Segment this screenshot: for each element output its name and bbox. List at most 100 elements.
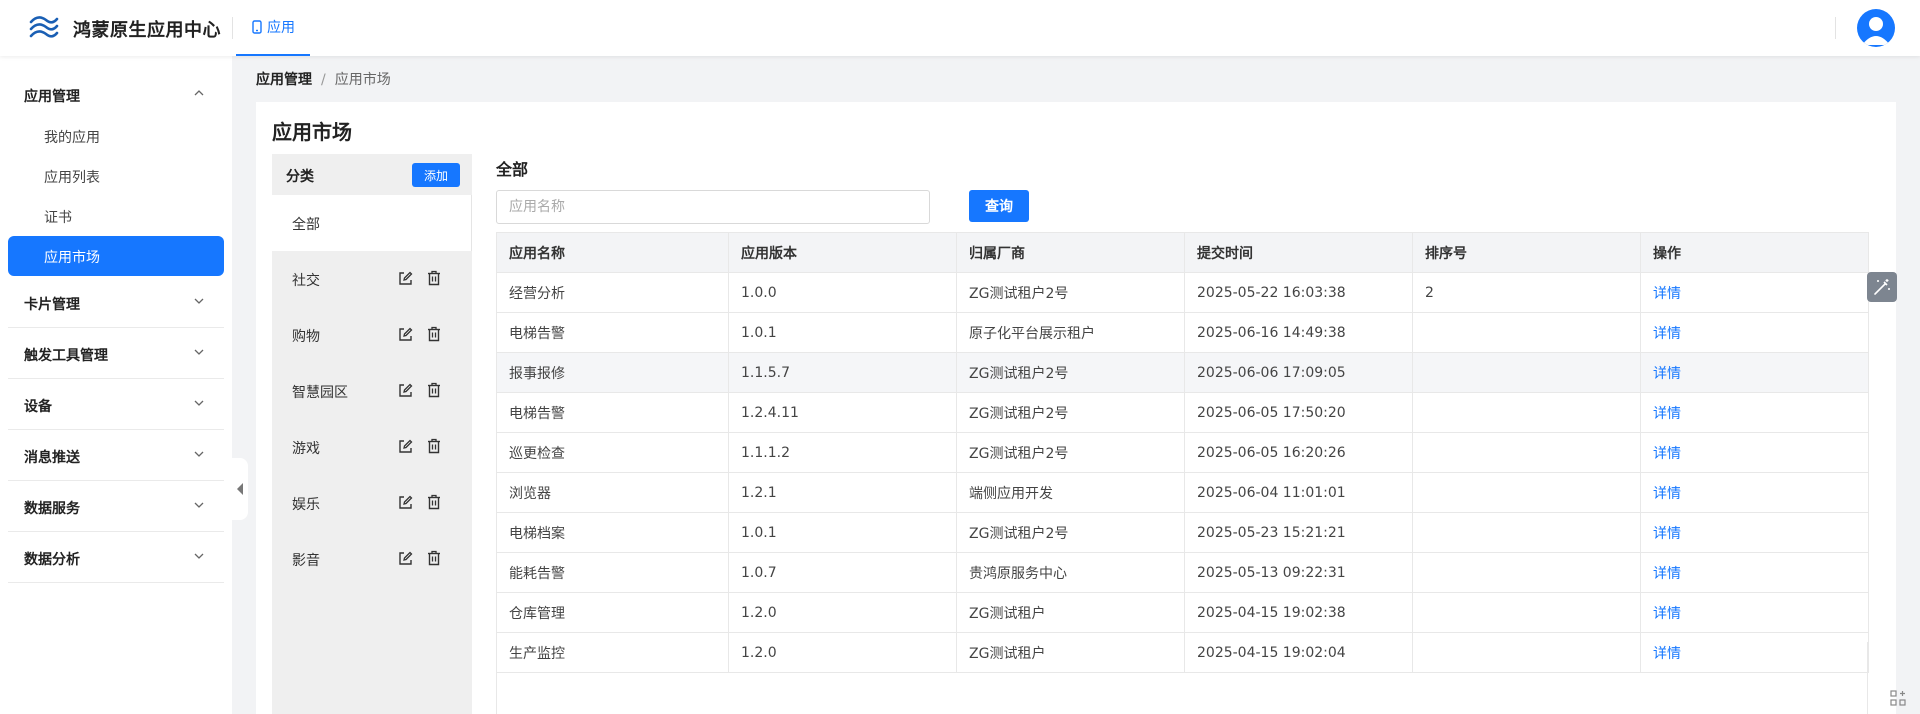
page-title: 应用市场 <box>272 120 352 144</box>
edit-icon[interactable] <box>398 551 413 566</box>
edit-icon[interactable] <box>398 439 413 454</box>
cell-time: 2025-05-22 16:03:38 <box>1184 272 1413 313</box>
category-item-media[interactable]: 影音 <box>272 531 472 587</box>
sidebar-group-label: 数据服务 <box>24 501 80 517</box>
details-link[interactable]: 详情 <box>1653 486 1681 502</box>
category-label: 社交 <box>292 273 320 289</box>
breadcrumb: 应用管理 / 应用市场 <box>256 69 391 89</box>
trash-icon[interactable] <box>426 270 442 286</box>
cell-order: 2 <box>1412 272 1641 313</box>
sidebar-item-label: 应用列表 <box>44 170 100 186</box>
edit-icon[interactable] <box>398 327 413 342</box>
sidebar-item-app-market[interactable]: 应用市场 <box>8 236 224 276</box>
category-item-all[interactable]: 全部 <box>272 195 472 251</box>
category-item-social[interactable]: 社交 <box>272 251 472 307</box>
details-link[interactable]: 详情 <box>1653 566 1681 582</box>
harmony-logo-icon[interactable] <box>28 13 60 43</box>
magic-wand-button[interactable] <box>1867 272 1897 302</box>
cell-version: 1.0.7 <box>728 552 957 593</box>
edit-icon[interactable] <box>398 495 413 510</box>
trash-icon[interactable] <box>426 550 442 566</box>
details-link[interactable]: 详情 <box>1653 406 1681 422</box>
table-row: 巡更检查 1.1.1.2 ZG测试租户2号 2025-06-05 16:20:2… <box>496 432 1869 473</box>
category-item-entertainment[interactable]: 娱乐 <box>272 475 472 531</box>
cell-name: 能耗告警 <box>496 552 729 593</box>
grid-add-icon[interactable] <box>1890 690 1906 706</box>
category-label: 影音 <box>292 553 320 569</box>
cell-vendor: ZG测试租户2号 <box>956 272 1185 313</box>
breadcrumb-parent[interactable]: 应用管理 <box>256 72 312 88</box>
sidebar-group-card-management[interactable]: 卡片管理 <box>8 278 224 328</box>
add-category-button[interactable]: 添加 <box>412 163 460 187</box>
sidebar-group-trigger-tools[interactable]: 触发工具管理 <box>8 329 224 379</box>
details-link[interactable]: 详情 <box>1653 446 1681 462</box>
tab-apps[interactable]: 应用 <box>236 0 310 56</box>
chevron-up-icon <box>194 90 204 96</box>
sidebar-item-label: 我的应用 <box>44 130 100 146</box>
sidebar-group-app-management[interactable]: 应用管理 <box>8 70 224 120</box>
cell-name: 电梯告警 <box>496 392 729 433</box>
sidebar-group-data-analysis[interactable]: 数据分析 <box>8 533 224 583</box>
trash-icon[interactable] <box>426 382 442 398</box>
cell-name: 浏览器 <box>496 472 729 513</box>
category-title: 分类 <box>286 169 314 185</box>
trash-icon[interactable] <box>426 326 442 342</box>
edit-icon[interactable] <box>398 383 413 398</box>
cell-version: 1.0.0 <box>728 272 957 313</box>
sidebar-item-label: 证书 <box>44 210 72 226</box>
column-header: 操作 <box>1640 232 1869 273</box>
sidebar-item-certificates[interactable]: 证书 <box>8 196 224 236</box>
main-card: 应用市场 分类 添加 全部 社交 购物 智慧园区 游戏 娱乐 影音 全部 应用名… <box>256 102 1896 714</box>
sidebar-group-data-service[interactable]: 数据服务 <box>8 482 224 532</box>
category-item-games[interactable]: 游戏 <box>272 419 472 475</box>
sidebar: 应用管理 我的应用 应用列表 证书 应用市场 卡片管理 触发工具管理 设备 消息… <box>0 56 232 714</box>
cell-order <box>1412 392 1641 433</box>
breadcrumb-separator: / <box>321 72 326 88</box>
table-row: 能耗告警 1.0.7 贵鸿原服务中心 2025-05-13 09:22:31 详… <box>496 552 1869 593</box>
cell-time: 2025-06-05 16:20:26 <box>1184 432 1413 473</box>
category-item-smart-park[interactable]: 智慧园区 <box>272 363 472 419</box>
details-link[interactable]: 详情 <box>1653 366 1681 382</box>
query-button[interactable]: 查询 <box>969 190 1029 222</box>
app-name-search-input[interactable] <box>496 190 930 224</box>
cell-order <box>1412 312 1641 353</box>
edit-icon[interactable] <box>398 271 413 286</box>
cell-version: 1.2.4.11 <box>728 392 957 433</box>
cell-order <box>1412 432 1641 473</box>
category-label: 游戏 <box>292 441 320 457</box>
trash-icon[interactable] <box>426 438 442 454</box>
details-link[interactable]: 详情 <box>1653 326 1681 342</box>
cell-version: 1.2.1 <box>728 472 957 513</box>
column-header: 应用版本 <box>728 232 957 273</box>
cell-version: 1.0.1 <box>728 312 957 353</box>
details-link[interactable]: 详情 <box>1653 606 1681 622</box>
details-link[interactable]: 详情 <box>1653 526 1681 542</box>
trash-icon[interactable] <box>426 494 442 510</box>
category-item-shopping[interactable]: 购物 <box>272 307 472 363</box>
column-header: 排序号 <box>1412 232 1641 273</box>
sidebar-collapse-button[interactable] <box>232 458 248 520</box>
chevron-down-icon <box>194 400 204 406</box>
cell-version: 1.0.1 <box>728 512 957 553</box>
sidebar-item-app-list[interactable]: 应用列表 <box>8 156 224 196</box>
cell-time: 2025-04-15 19:02:38 <box>1184 592 1413 633</box>
category-label: 娱乐 <box>292 497 320 513</box>
cell-order <box>1412 352 1641 393</box>
cell-vendor: ZG测试租户2号 <box>956 352 1185 393</box>
user-avatar-icon[interactable] <box>1857 9 1895 47</box>
chevron-down-icon <box>194 298 204 304</box>
cell-order <box>1412 512 1641 553</box>
sidebar-item-my-apps[interactable]: 我的应用 <box>8 116 224 156</box>
details-link[interactable]: 详情 <box>1653 286 1681 302</box>
cell-name: 电梯告警 <box>496 312 729 353</box>
cell-time: 2025-06-06 17:09:05 <box>1184 352 1413 393</box>
table-row: 报事报修 1.1.5.7 ZG测试租户2号 2025-06-06 17:09:0… <box>496 352 1869 393</box>
cell-vendor: 端侧应用开发 <box>956 472 1185 513</box>
cell-version: 1.1.1.2 <box>728 432 957 473</box>
table-row: 电梯告警 1.2.4.11 ZG测试租户2号 2025-06-05 17:50:… <box>496 392 1869 433</box>
table-row: 电梯告警 1.0.1 原子化平台展示租户 2025-06-16 14:49:38… <box>496 312 1869 353</box>
sidebar-group-push[interactable]: 消息推送 <box>8 431 224 481</box>
sidebar-group-devices[interactable]: 设备 <box>8 380 224 430</box>
phone-icon <box>252 20 262 34</box>
cell-order <box>1412 592 1641 633</box>
